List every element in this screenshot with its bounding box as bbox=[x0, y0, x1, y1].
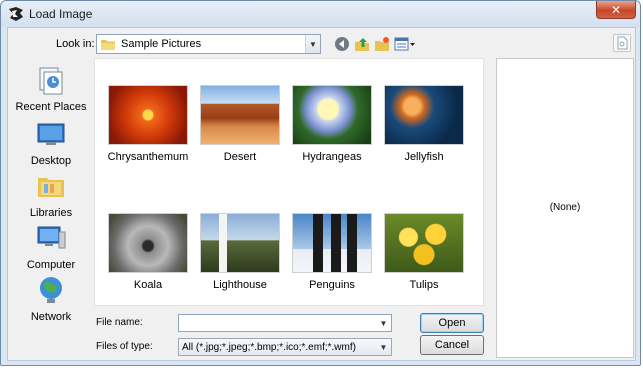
place-computer[interactable]: Computer bbox=[12, 222, 90, 271]
cancel-button[interactable]: Cancel bbox=[420, 335, 484, 355]
thumbnail-koala bbox=[108, 213, 188, 273]
place-label: Network bbox=[30, 311, 72, 323]
window-title: Load Image bbox=[29, 7, 93, 21]
chevron-down-icon[interactable]: ▼ bbox=[376, 339, 391, 355]
file-name-combobox[interactable]: ▼ bbox=[178, 314, 392, 332]
chevron-down-icon[interactable]: ▼ bbox=[305, 35, 320, 53]
close-button[interactable]: ✕ bbox=[596, 1, 636, 19]
preview-toggle-button[interactable] bbox=[613, 34, 631, 52]
files-of-type-value: All (*.jpg;*.jpeg;*.bmp;*.ico;*.emf;*.wm… bbox=[182, 341, 356, 353]
file-name-label: Koala bbox=[133, 279, 163, 291]
file-name-label: Tulips bbox=[409, 279, 439, 291]
files-of-type-dropdown[interactable]: All (*.jpg;*.jpeg;*.bmp;*.ico;*.emf;*.wm… bbox=[178, 338, 392, 356]
file-name-label: Hydrangeas bbox=[302, 151, 362, 163]
preview-none-text: (None) bbox=[549, 202, 581, 213]
file-item-penguins[interactable]: Penguins bbox=[287, 213, 377, 291]
thumbnail-jellyfish bbox=[384, 85, 464, 145]
desktop-icon bbox=[37, 123, 65, 145]
look-in-dropdown[interactable]: Sample Pictures ▼ bbox=[96, 34, 321, 54]
place-network[interactable]: Network bbox=[12, 274, 90, 323]
folder-icon bbox=[101, 40, 115, 50]
title-bar[interactable]: Load Image ✕ bbox=[1, 1, 640, 27]
paint-application-icon bbox=[9, 7, 23, 21]
dialog-body: Look in: Sample Pictures ▼ Recent Places… bbox=[7, 27, 636, 361]
place-label: Recent Places bbox=[15, 101, 87, 113]
places-bar: Recent Places Desktop Libraries Computer… bbox=[12, 58, 90, 340]
computer-icon bbox=[37, 226, 66, 249]
thumbnail-tulips bbox=[384, 213, 464, 273]
file-item-hydrangeas[interactable]: Hydrangeas bbox=[287, 85, 377, 163]
file-name-label: Jellyfish bbox=[404, 151, 444, 163]
place-desktop[interactable]: Desktop bbox=[12, 118, 90, 167]
up-one-level-icon[interactable] bbox=[354, 36, 370, 52]
libraries-icon bbox=[38, 178, 64, 197]
thumbnail-chrysanthemum bbox=[108, 85, 188, 145]
look-in-value: Sample Pictures bbox=[121, 38, 202, 50]
file-item-jellyfish[interactable]: Jellyfish bbox=[379, 85, 469, 163]
open-button[interactable]: Open bbox=[420, 313, 484, 333]
chevron-down-icon[interactable]: ▼ bbox=[376, 315, 391, 331]
file-item-lighthouse[interactable]: Lighthouse bbox=[195, 213, 285, 291]
network-icon bbox=[40, 277, 62, 303]
look-in-label: Look in: bbox=[56, 38, 95, 50]
file-name-input[interactable] bbox=[179, 315, 376, 331]
place-libraries[interactable]: Libraries bbox=[12, 170, 90, 219]
files-of-type-label: Files of type: bbox=[96, 341, 153, 352]
thumbnail-lighthouse bbox=[200, 213, 280, 273]
new-folder-icon[interactable] bbox=[374, 36, 390, 52]
place-recent-places[interactable]: Recent Places bbox=[12, 64, 90, 113]
place-label: Desktop bbox=[30, 155, 72, 167]
preview-toggle-icon bbox=[617, 36, 628, 50]
file-item-chrysanthemum[interactable]: Chrysanthemum bbox=[103, 85, 193, 163]
file-name-label: Penguins bbox=[309, 279, 355, 291]
thumbnail-penguins bbox=[292, 213, 372, 273]
thumbnail-desert bbox=[200, 85, 280, 145]
file-list[interactable]: Chrysanthemum Desert Hydrangeas Jellyfis… bbox=[94, 58, 484, 306]
thumbnail-hydrangeas bbox=[292, 85, 372, 145]
load-image-dialog: Load Image ✕ Look in: Sample Pictures ▼ bbox=[0, 0, 641, 366]
file-name-label: File name: bbox=[96, 317, 143, 328]
file-item-tulips[interactable]: Tulips bbox=[379, 213, 469, 291]
place-label: Libraries bbox=[29, 207, 73, 219]
recent-places-icon bbox=[39, 67, 63, 95]
file-name-label: Desert bbox=[223, 151, 257, 163]
file-name-label: Lighthouse bbox=[213, 279, 267, 291]
file-item-koala[interactable]: Koala bbox=[103, 213, 193, 291]
view-menu-icon[interactable] bbox=[394, 36, 416, 52]
preview-pane: (None) bbox=[496, 58, 634, 358]
file-name-label: Chrysanthemum bbox=[107, 151, 189, 163]
file-item-desert[interactable]: Desert bbox=[195, 85, 285, 163]
place-label: Computer bbox=[26, 259, 76, 271]
close-icon: ✕ bbox=[610, 2, 622, 17]
back-icon[interactable] bbox=[334, 36, 350, 52]
